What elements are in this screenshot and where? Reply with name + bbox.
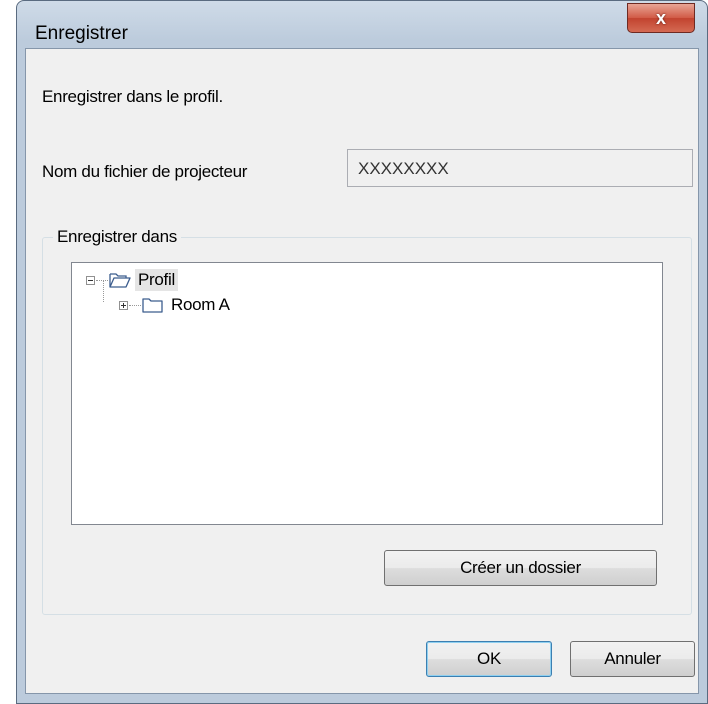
tree-node-profil[interactable]: Profil [86, 268, 178, 292]
ok-button[interactable]: OK [426, 641, 552, 677]
tree-connector [129, 304, 141, 306]
group-title: Enregistrer dans [53, 227, 181, 247]
tree-node-room-a[interactable]: Room A [119, 293, 233, 317]
create-folder-button[interactable]: Créer un dossier [384, 550, 657, 586]
cancel-button[interactable]: Annuler [570, 641, 695, 677]
close-button[interactable]: x [627, 3, 695, 33]
tree-connector [96, 279, 108, 281]
collapse-icon[interactable] [86, 275, 95, 285]
close-icon: x [655, 7, 666, 28]
dialog-window: Enregistrer x Enregistrer dans le profil… [16, 0, 708, 704]
expand-icon[interactable] [119, 300, 128, 310]
filename-label: Nom du fichier de projecteur [42, 162, 248, 181]
folder-tree[interactable]: Profil Room A [71, 262, 663, 525]
folder-icon [142, 297, 164, 313]
save-location-group: Enregistrer dans Profil Room A Créer un … [42, 227, 692, 615]
window-title: Enregistrer [35, 23, 128, 44]
dialog-body: Enregistrer dans le profil. Nom du fichi… [25, 48, 699, 694]
instruction-text: Enregistrer dans le profil. [42, 87, 223, 106]
tree-node-label: Profil [135, 269, 178, 291]
tree-node-label: Room A [171, 295, 230, 314]
filename-field[interactable]: XXXXXXXX [347, 149, 693, 187]
folder-open-icon [109, 272, 131, 288]
